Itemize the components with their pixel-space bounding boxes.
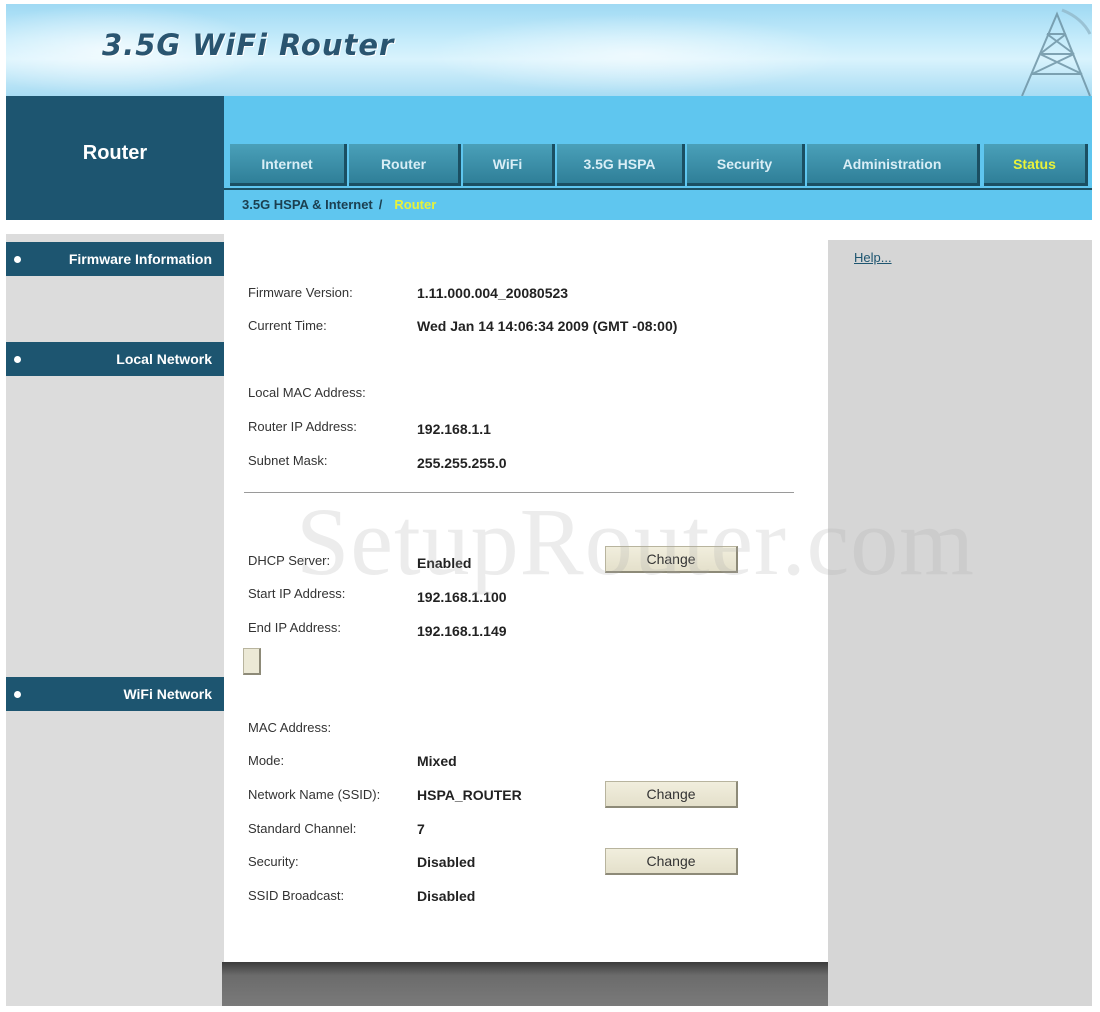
dhcp-change-button[interactable]: Change xyxy=(605,546,738,573)
sidebar-item-firmware-information[interactable]: Firmware Information xyxy=(6,242,236,276)
ssid-label: Network Name (SSID): xyxy=(248,787,381,802)
sidebar-item-label: Firmware Information xyxy=(68,251,212,267)
ssid-broadcast-value: Disabled xyxy=(417,888,476,904)
header-banner: 3.5G WiFi Router xyxy=(6,4,1092,96)
dhcp-table-button[interactable] xyxy=(243,648,261,675)
dhcp-server-label: DHCP Server: xyxy=(248,553,331,568)
breadcrumb: 3.5G HSPA & Internet / Router xyxy=(242,197,436,212)
nav-tabs: Internet Router WiFi 3.5G HSPA Security … xyxy=(224,96,1092,220)
section-divider xyxy=(244,492,794,493)
channel-label: Standard Channel: xyxy=(248,821,357,836)
router-admin-page: 3.5G WiFi Router Router Internet Router … xyxy=(0,0,1100,1012)
router-ip-value: 192.168.1.1 xyxy=(417,421,491,437)
tab-internet[interactable]: Internet xyxy=(230,144,347,186)
subnet-mask-label: Subnet Mask: xyxy=(248,453,328,468)
start-ip-value: 192.168.1.100 xyxy=(417,589,507,605)
tab-security[interactable]: Security xyxy=(687,144,805,186)
breadcrumb-parent[interactable]: 3.5G HSPA & Internet xyxy=(242,197,373,212)
banner-title: 3.5G WiFi Router xyxy=(102,28,395,62)
section-title: Router xyxy=(82,142,148,164)
wifi-mac-label: MAC Address: xyxy=(248,720,332,735)
subnet-mask-value: 255.255.255.0 xyxy=(417,455,507,471)
tab-3g-hspa[interactable]: 3.5G HSPA xyxy=(557,144,685,186)
dhcp-server-value: Enabled xyxy=(417,555,472,571)
ssid-broadcast-label: SSID Broadcast: xyxy=(248,888,345,903)
wifi-mode-value: Mixed xyxy=(417,753,457,769)
security-change-button[interactable]: Change xyxy=(605,848,738,875)
antenna-icon xyxy=(1021,8,1092,96)
sidebar-item-wifi-network[interactable]: WiFi Network xyxy=(6,677,224,711)
ssid-change-button[interactable]: Change xyxy=(605,781,738,808)
wifi-mode-label: Mode: xyxy=(248,753,285,768)
bullet-icon xyxy=(14,691,21,698)
end-ip-label: End IP Address: xyxy=(248,620,341,635)
breadcrumb-current: Router xyxy=(394,197,437,212)
wifi-security-value: Disabled xyxy=(417,854,476,870)
sidebar-item-local-network[interactable]: Local Network xyxy=(6,342,224,376)
sidebar-item-label: WiFi Network xyxy=(123,686,212,702)
tab-strip xyxy=(224,188,1092,190)
router-ip-label: Router IP Address: xyxy=(248,419,357,434)
current-time-value: Wed Jan 14 14:06:34 2009 (GMT -08:00) xyxy=(417,318,678,334)
wifi-security-label: Security: xyxy=(248,854,299,869)
bullet-icon xyxy=(14,256,21,263)
content-footer xyxy=(222,962,828,1006)
sidebar: Firmware Information Local Network WiFi … xyxy=(6,234,236,1006)
local-mac-label: Local MAC Address: xyxy=(248,385,366,400)
current-time-label: Current Time: xyxy=(248,318,327,333)
firmware-version-value: 1.11.000.004_20080523 xyxy=(417,285,569,301)
status-content: Firmware Version: 1.11.000.004_20080523 … xyxy=(224,234,828,964)
firmware-version-label: Firmware Version: xyxy=(248,285,353,300)
tab-wifi[interactable]: WiFi xyxy=(463,144,555,186)
start-ip-label: Start IP Address: xyxy=(248,586,346,601)
help-link[interactable]: Help... xyxy=(854,250,892,265)
breadcrumb-separator: / xyxy=(378,197,383,212)
bullet-icon xyxy=(14,356,21,363)
ssid-value: HSPA_ROUTER xyxy=(417,787,522,803)
help-panel: Help... xyxy=(828,240,1092,1006)
tab-router[interactable]: Router xyxy=(349,144,461,186)
sidebar-item-label: Local Network xyxy=(116,351,212,367)
tab-administration[interactable]: Administration xyxy=(807,144,980,186)
channel-value: 7 xyxy=(417,821,425,837)
end-ip-value: 192.168.1.149 xyxy=(417,623,507,639)
tab-status[interactable]: Status xyxy=(984,144,1088,186)
section-box: Router xyxy=(6,96,224,220)
